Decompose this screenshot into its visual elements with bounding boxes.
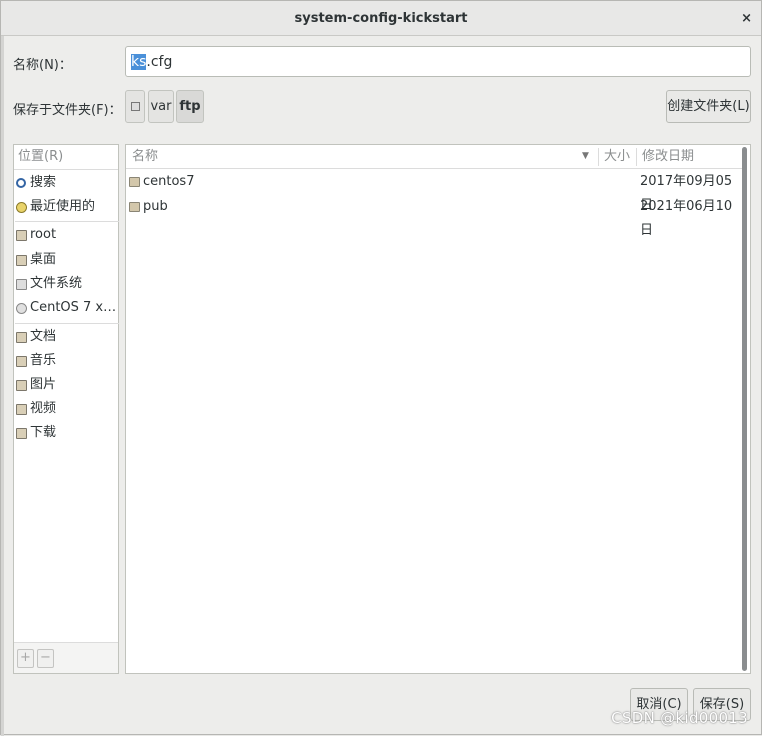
- place-downloads[interactable]: 下载: [16, 422, 56, 444]
- music-folder-icon: [16, 355, 27, 367]
- place-label: 文件系统: [30, 276, 83, 291]
- file-list-header: 名称 ▼ 大小 修改日期: [126, 145, 743, 169]
- search-icon: [16, 178, 26, 188]
- file-name: centos7: [143, 174, 195, 189]
- place-label: 视频: [30, 401, 57, 416]
- add-place-button[interactable]: +: [17, 649, 34, 668]
- place-label: 桌面: [30, 252, 57, 267]
- crumb-ftp-button[interactable]: ftp: [176, 90, 204, 123]
- place-label: root: [30, 227, 57, 242]
- place-pictures[interactable]: 图片: [16, 374, 56, 396]
- place-root[interactable]: root: [16, 224, 56, 246]
- file-list: 名称 ▼ 大小 修改日期 centos7 2017年09月05日 pub 202…: [125, 144, 751, 674]
- divider: [15, 221, 119, 222]
- crumb-root-button[interactable]: [125, 90, 145, 123]
- filename-rest-text: .cfg: [146, 54, 173, 70]
- folder-icon: [129, 177, 140, 187]
- column-date-header[interactable]: 修改日期: [642, 145, 694, 169]
- crumb-var-button[interactable]: var: [148, 90, 174, 123]
- downloads-folder-icon: [16, 427, 27, 439]
- place-label: 下载: [30, 425, 57, 440]
- sort-down-icon: ▼: [582, 151, 589, 161]
- remove-place-button[interactable]: −: [37, 649, 54, 668]
- disc-icon: [16, 302, 27, 314]
- place-label: 音乐: [30, 353, 57, 368]
- name-label: 名称(N)：: [13, 58, 72, 73]
- places-footer: + −: [14, 642, 118, 673]
- place-music[interactable]: 音乐: [16, 350, 56, 372]
- places-header[interactable]: 位置(R): [14, 145, 118, 170]
- drive-icon: [16, 278, 27, 290]
- column-size-header[interactable]: 大小: [604, 145, 630, 169]
- place-label: 最近使用的: [30, 199, 96, 214]
- place-label: 图片: [30, 377, 57, 392]
- place-label: 文档: [30, 329, 57, 344]
- folder-label: 保存于文件夹(F)：: [13, 103, 122, 118]
- file-row[interactable]: centos7 2017年09月05日: [126, 170, 743, 213]
- place-label: 搜索: [30, 175, 57, 190]
- file-date: 2021年06月10日: [640, 199, 733, 238]
- watermark-text: CSDN @kid00013: [611, 709, 748, 727]
- file-name: pub: [143, 199, 168, 214]
- place-search[interactable]: 搜索: [16, 172, 56, 194]
- videos-folder-icon: [16, 403, 27, 415]
- place-videos[interactable]: 视频: [16, 398, 56, 420]
- divider: [15, 323, 119, 324]
- pictures-folder-icon: [16, 379, 27, 391]
- place-recent[interactable]: 最近使用的: [16, 196, 95, 218]
- place-desktop[interactable]: 桌面: [16, 249, 56, 271]
- vertical-scrollbar[interactable]: [742, 147, 747, 671]
- filename-selected-text: ks: [131, 54, 147, 70]
- column-name-header[interactable]: 名称: [132, 145, 158, 169]
- places-sidebar: 位置(R) 搜索 最近使用的 root 桌面 文件系统 CentOS 7 x… …: [13, 144, 119, 674]
- file-row[interactable]: pub 2021年06月10日: [126, 195, 743, 238]
- recent-icon: [16, 201, 27, 213]
- documents-folder-icon: [16, 331, 27, 343]
- divider: [636, 148, 637, 166]
- home-folder-icon: [16, 229, 27, 241]
- place-label: CentOS 7 x…: [30, 300, 117, 315]
- window-title: system-config-kickstart: [294, 11, 468, 26]
- window-edge: [1, 1, 4, 736]
- place-centos-disc[interactable]: CentOS 7 x…: [16, 297, 116, 319]
- folder-icon: [129, 202, 140, 212]
- filename-input[interactable]: ks.cfg: [125, 46, 751, 77]
- divider: [598, 148, 599, 166]
- save-dialog: system-config-kickstart × 名称(N)： ks.cfg …: [0, 0, 762, 736]
- desktop-folder-icon: [16, 254, 27, 266]
- place-filesystem[interactable]: 文件系统: [16, 273, 82, 295]
- drive-icon: [130, 102, 140, 111]
- create-folder-button[interactable]: 创建文件夹(L): [666, 90, 751, 123]
- place-documents[interactable]: 文档: [16, 326, 56, 348]
- title-bar[interactable]: system-config-kickstart ×: [1, 1, 761, 36]
- close-icon[interactable]: ×: [741, 1, 752, 36]
